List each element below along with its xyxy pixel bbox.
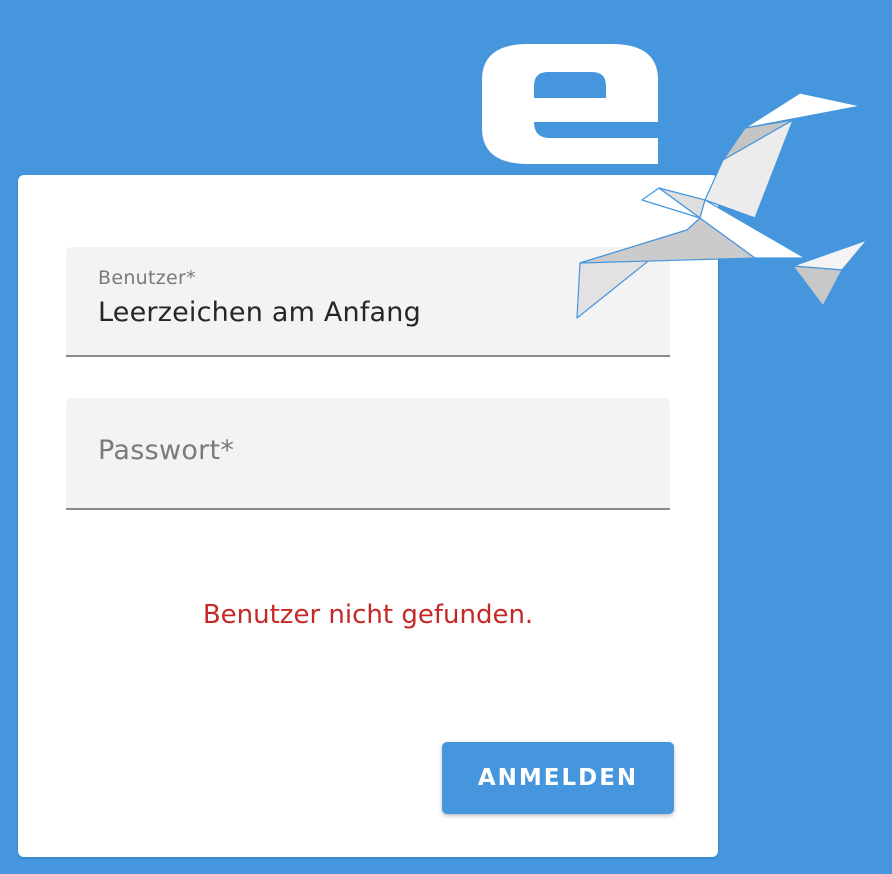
login-screen: Benutzer* Leerzeichen am Anfang Passwort… (0, 0, 892, 874)
login-button[interactable]: ANMELDEN (442, 742, 674, 814)
password-field[interactable]: Passwort* (66, 398, 670, 510)
password-placeholder: Passwort* (98, 435, 235, 466)
origami-bird-icon (576, 92, 868, 319)
username-value[interactable]: Leerzeichen am Anfang (98, 297, 421, 328)
error-message: Benutzer nicht gefunden. (202, 600, 534, 630)
username-label: Benutzer* (98, 267, 196, 289)
